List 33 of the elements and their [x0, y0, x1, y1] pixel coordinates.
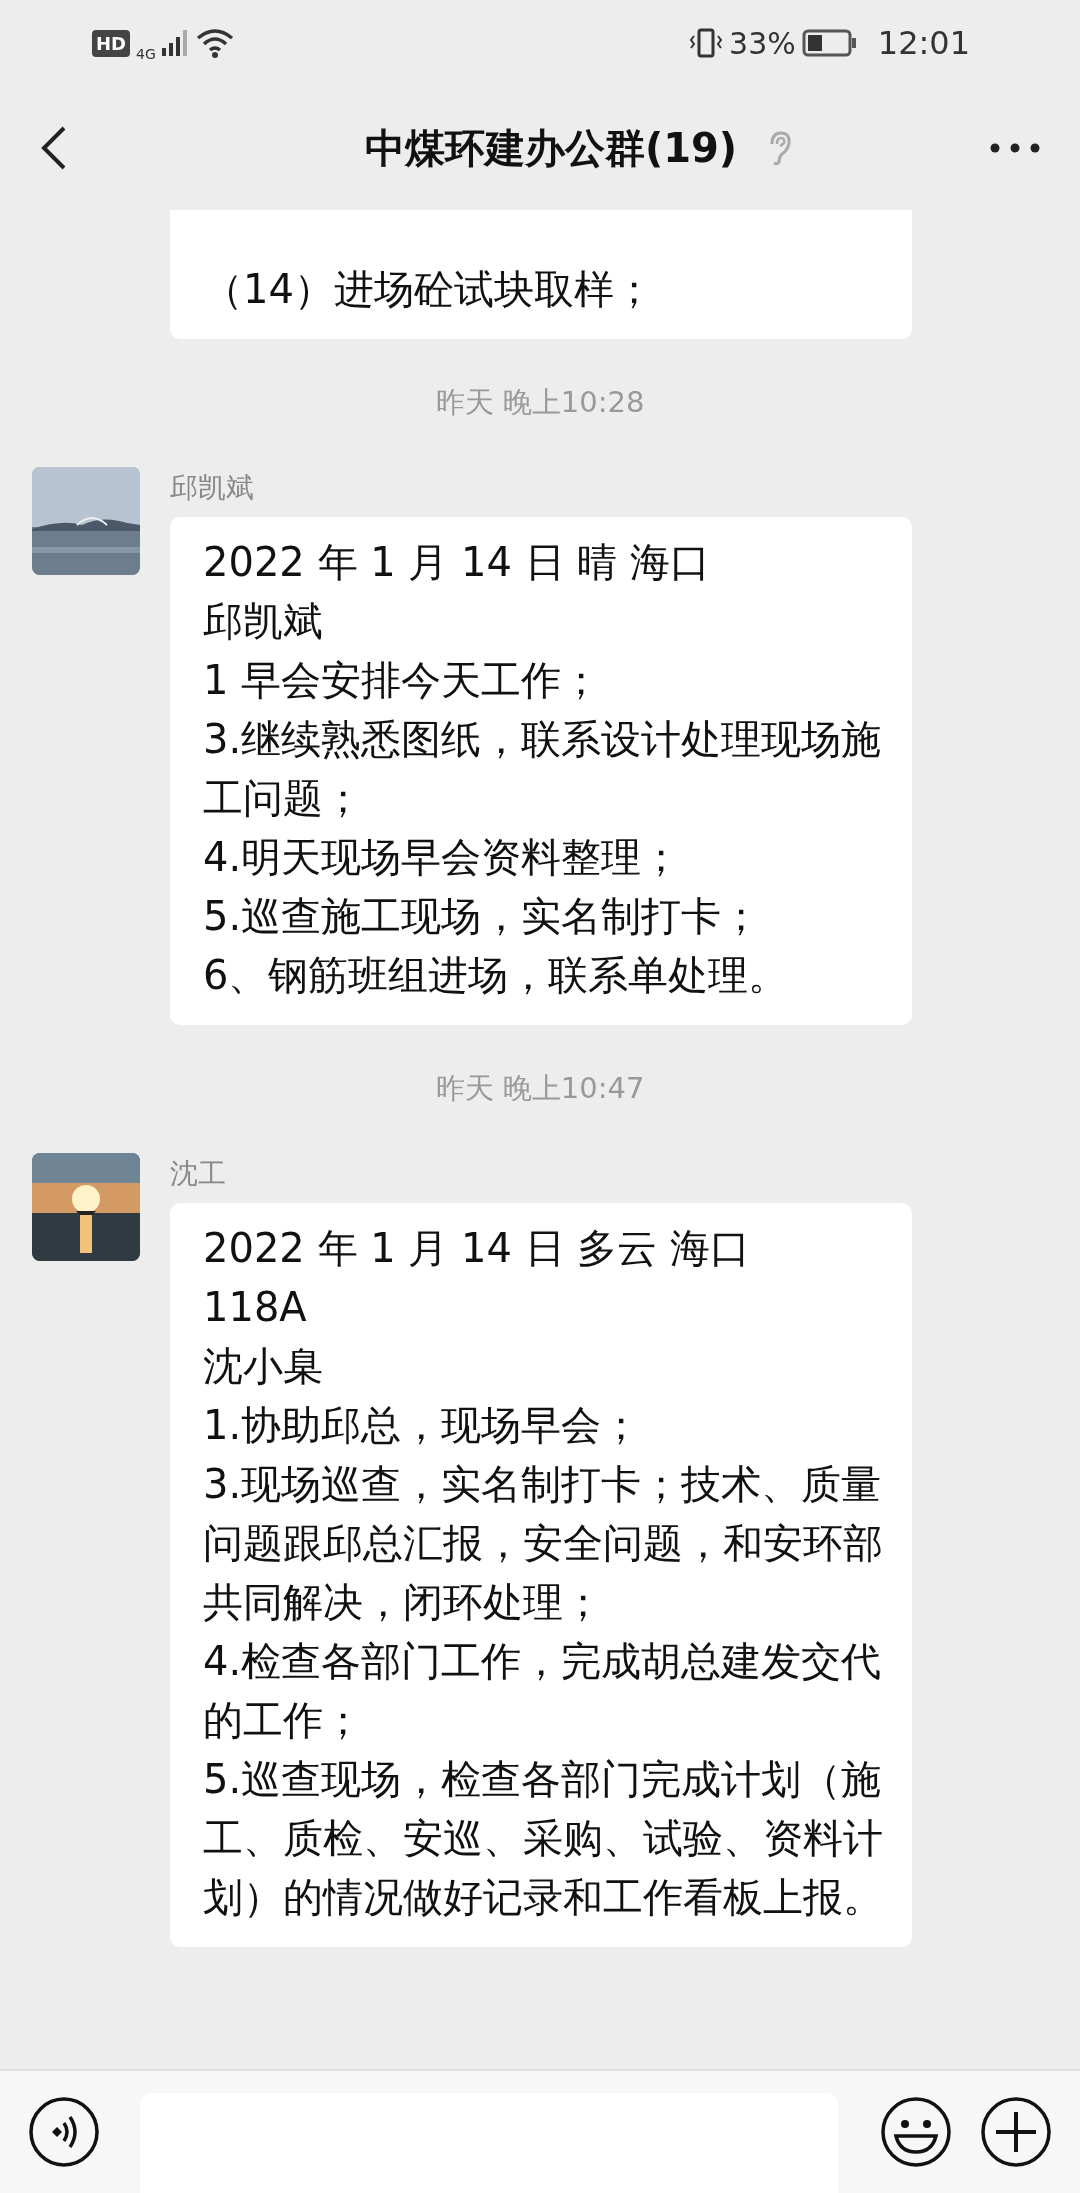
back-icon[interactable]: [40, 125, 68, 171]
message-text: 沈小臬: [203, 1342, 324, 1391]
message-text: 1.协助邱总，现场早会；: [203, 1401, 643, 1450]
clock-time: 12:01: [877, 24, 970, 62]
plus-icon[interactable]: [980, 2096, 1052, 2168]
message-text: 3.现场巡查，实名制打卡；技术、质量问题跟邱总汇报，安全问题，和安环部共同解决，闭环处理；: [203, 1460, 884, 1627]
message-text: 4.检查各部门工作，完成胡总建发交代的工作；: [203, 1637, 883, 1745]
more-icon[interactable]: [990, 143, 1040, 153]
message-text: 邱凯斌: [203, 597, 324, 646]
message-text: （14）进场砼试块取样；: [203, 265, 655, 314]
message-text: 118A: [203, 1283, 308, 1332]
message-text: 1 早会安排今天工作；: [203, 656, 603, 705]
battery-percent: 33%: [729, 25, 796, 61]
message-text: 3.继续熟悉图纸，联系设计处理现场施工问题；: [203, 715, 883, 823]
message-text: 2022 年 1 月 14 日 多云 海口: [203, 1224, 752, 1273]
message-text: 5.巡查现场，检查各部门完成计划（施工、质检、安巡、采购、试验、资料计划）的情况做好记录和工作看板上报。: [203, 1755, 884, 1922]
sender-name: 沈工: [170, 1156, 226, 1192]
network-label: 4G: [136, 46, 156, 62]
message-text: 6、钢筋班组进场，联系单处理。: [203, 951, 790, 1000]
message-text: 4.明天现场早会资料整理；: [203, 833, 683, 882]
vibrate-icon: [689, 26, 724, 60]
hd-badge: HD: [92, 29, 130, 57]
battery-icon: [801, 29, 858, 57]
sender-name: 邱凯斌: [170, 470, 254, 506]
wifi-icon: [195, 28, 234, 58]
message-text: 5.巡查施工现场，实名制打卡；: [203, 892, 763, 941]
voice-icon[interactable]: [28, 2096, 100, 2168]
timestamp: 昨天 晚上10:47: [435, 1070, 645, 1107]
emoji-icon[interactable]: [880, 2096, 952, 2168]
message-text: 2022 年 1 月 14 日 晴 海口: [203, 538, 712, 587]
chat-title: 中煤环建办公群(19): [364, 123, 738, 173]
timestamp: 昨天 晚上10:28: [435, 384, 645, 421]
signal-icon: [161, 30, 190, 56]
